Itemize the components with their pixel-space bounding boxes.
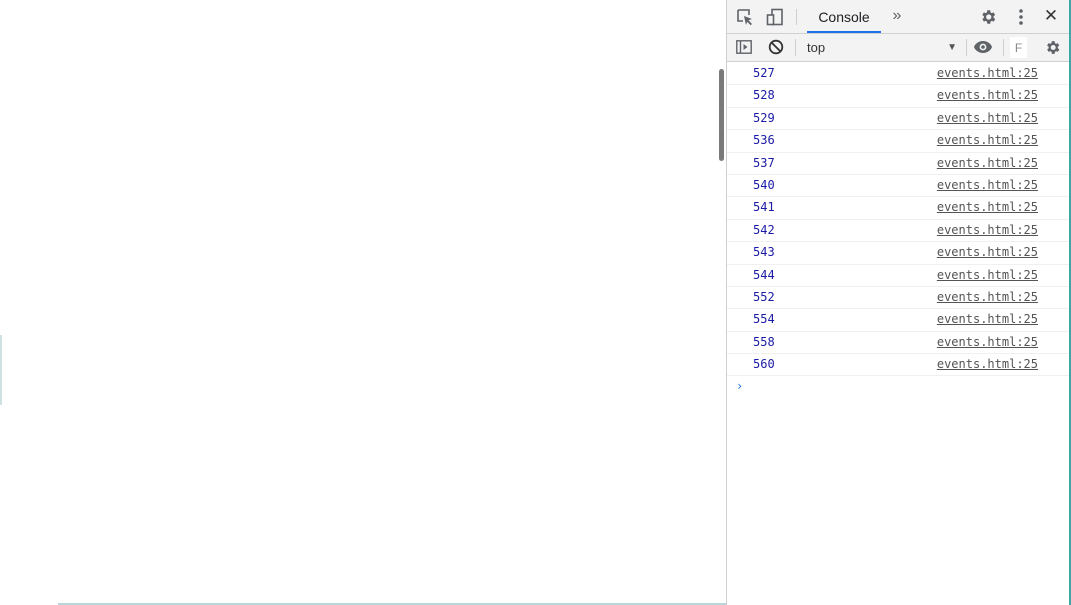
- clear-console-icon: [768, 39, 784, 55]
- log-value: 529: [753, 110, 775, 125]
- source-link[interactable]: events.html:25: [937, 66, 1038, 80]
- log-value: 554: [753, 312, 775, 327]
- dropdown-arrow-icon: ▼: [947, 42, 957, 53]
- tab-console[interactable]: Console: [807, 0, 881, 33]
- log-value: 558: [753, 334, 775, 349]
- show-sidebar-button[interactable]: [735, 38, 753, 56]
- source-link[interactable]: events.html:25: [937, 156, 1038, 170]
- console-message: 560 events.html:25: [727, 354, 1070, 377]
- log-value: 540: [753, 177, 775, 192]
- devtools-main-toolbar: Console » ✕: [727, 0, 1070, 34]
- console-filter-input[interactable]: F: [1010, 37, 1027, 58]
- log-value: 537: [753, 155, 775, 170]
- chevron-double-right-icon: »: [892, 7, 902, 24]
- console-message: 554 events.html:25: [727, 309, 1070, 332]
- source-link[interactable]: events.html:25: [937, 357, 1038, 371]
- active-tab-indicator: [807, 31, 881, 33]
- toolbar-divider: [1003, 39, 1004, 56]
- execution-context-select[interactable]: top ▼: [807, 34, 957, 61]
- prompt-chevron-icon: ›: [736, 379, 744, 394]
- log-value: 536: [753, 133, 775, 148]
- source-link[interactable]: events.html:25: [937, 268, 1038, 282]
- console-message: 529 events.html:25: [727, 108, 1070, 131]
- console-message: 543 events.html:25: [727, 242, 1070, 265]
- source-link[interactable]: events.html:25: [937, 312, 1038, 326]
- tab-console-label: Console: [818, 8, 870, 25]
- source-link[interactable]: events.html:25: [937, 88, 1038, 102]
- live-expression-button[interactable]: [972, 38, 994, 56]
- console-message: 537 events.html:25: [727, 153, 1070, 175]
- close-devtools-button[interactable]: ✕: [1041, 6, 1061, 26]
- source-link[interactable]: events.html:25: [937, 200, 1038, 214]
- eye-icon: [974, 41, 992, 53]
- toolbar-divider: [795, 39, 796, 56]
- more-tabs-button[interactable]: »: [887, 6, 907, 26]
- source-link[interactable]: events.html:25: [937, 223, 1038, 237]
- log-value: 527: [753, 66, 775, 80]
- source-link[interactable]: events.html:25: [937, 245, 1038, 259]
- log-value: 543: [753, 245, 775, 260]
- log-value: 552: [753, 289, 775, 304]
- clear-console-button[interactable]: [767, 38, 785, 56]
- filter-placeholder: F: [1014, 40, 1023, 55]
- gear-icon: [1046, 40, 1059, 54]
- page-scrollbar-thumb[interactable]: [719, 69, 724, 161]
- console-message: 536 events.html:25: [727, 130, 1070, 153]
- log-value: 542: [753, 222, 775, 237]
- console-message: 528 events.html:25: [727, 85, 1070, 108]
- log-value: 528: [753, 88, 775, 103]
- console-prompt[interactable]: ›: [727, 376, 1070, 398]
- gear-icon: [982, 10, 996, 24]
- show-sidebar-icon: [736, 40, 752, 54]
- console-settings-button[interactable]: [1042, 38, 1062, 56]
- source-link[interactable]: events.html:25: [937, 178, 1038, 192]
- console-message: 540 events.html:25: [727, 175, 1070, 198]
- console-messages: 527 events.html:25 528 events.html:25 529 e…: [727, 63, 1070, 398]
- settings-button[interactable]: [978, 7, 998, 27]
- console-message: 527 events.html:25: [727, 63, 1070, 86]
- source-link[interactable]: events.html:25: [937, 133, 1038, 147]
- execution-context-value: top: [807, 40, 826, 55]
- more-options-button[interactable]: [1011, 7, 1031, 27]
- inspect-element-icon[interactable]: [735, 7, 755, 27]
- console-toolbar: top ▼ F: [727, 34, 1070, 62]
- page-scrollbar[interactable]: [718, 0, 726, 605]
- console-message: 541 events.html:25: [727, 197, 1070, 220]
- source-link[interactable]: events.html:25: [937, 335, 1038, 349]
- devtools-panel: Console » ✕ top ▼ F 527 events.html:25 5…: [726, 0, 1070, 605]
- console-message: 542 events.html:25: [727, 220, 1070, 243]
- page-edge-marker: [0, 335, 2, 405]
- web-page-viewport: [0, 0, 718, 605]
- toolbar-divider: [796, 9, 797, 25]
- log-value: 541: [753, 200, 775, 215]
- log-value: 544: [753, 267, 775, 282]
- console-message: 558 events.html:25: [727, 332, 1070, 355]
- console-message: 552 events.html:25: [727, 287, 1070, 310]
- console-message: 544 events.html:25: [727, 265, 1070, 287]
- toolbar-divider: [966, 39, 967, 56]
- source-link[interactable]: events.html:25: [937, 290, 1038, 304]
- more-vertical-icon: [1019, 9, 1023, 25]
- close-icon: ✕: [1043, 6, 1059, 25]
- source-link[interactable]: events.html:25: [937, 111, 1038, 125]
- log-value: 560: [753, 357, 775, 372]
- device-toolbar-icon[interactable]: [765, 7, 785, 27]
